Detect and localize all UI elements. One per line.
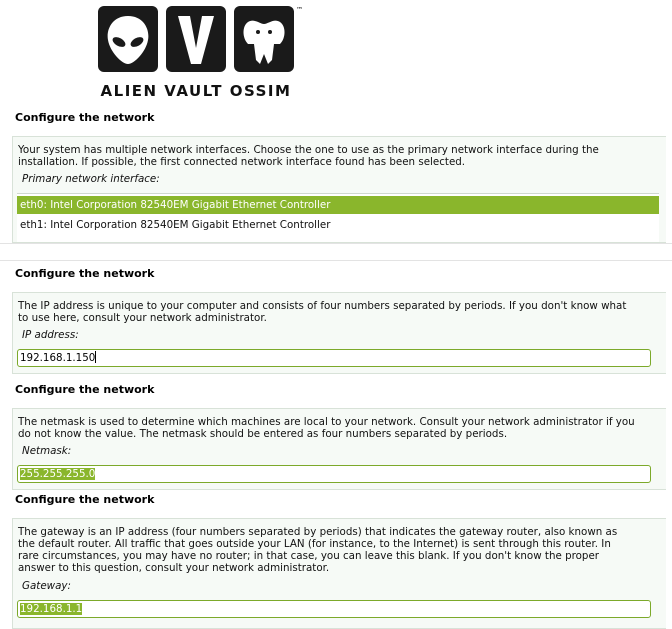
screen3-description-line: The netmask is used to determine which m… (18, 416, 635, 428)
gateway-value: 192.168.1.1 (20, 603, 83, 615)
screen1-title: Configure the network (15, 111, 155, 124)
alienvault-logo: ™ ALIEN VAULT OSSIM (96, 4, 312, 102)
ip-address-label: IP address: (22, 329, 79, 341)
screen2-description-line: to use here, consult your network admini… (18, 312, 267, 324)
screen4-description-line: rare circumstances, you may have no rout… (18, 550, 600, 562)
gateway-input[interactable]: 192.168.1.1 (17, 600, 651, 618)
interface-option-eth0[interactable]: eth0: Intel Corporation 82540EM Gigabit … (17, 196, 659, 214)
netmask-value: 255.255.255.0 (20, 468, 96, 480)
screen4-description: The gateway is an IP address (four numbe… (18, 526, 617, 574)
netmask-label: Netmask: (22, 445, 72, 457)
screen-divider (0, 243, 672, 261)
screen2-title: Configure the network (15, 267, 155, 280)
logo-emblem (98, 6, 294, 72)
trademark-symbol: ™ (296, 6, 303, 14)
interface-option-eth1[interactable]: eth1: Intel Corporation 82540EM Gigabit … (17, 216, 659, 234)
screen4-title: Configure the network (15, 493, 155, 506)
screen4-description-line: The gateway is an IP address (four numbe… (18, 526, 618, 538)
gateway-label: Gateway: (22, 580, 71, 592)
screen1-description-line: installation. If possible, the first con… (18, 156, 466, 168)
text-cursor (95, 351, 97, 363)
screen4-description-line: answer to this question, consult your ne… (18, 562, 330, 574)
screen3-title: Configure the network (15, 383, 155, 396)
screen3-description-line: do not know the value. The netmask shoul… (18, 428, 508, 440)
screen1-description: Your system has multiple network interfa… (18, 144, 599, 168)
primary-interface-label: Primary network interface: (22, 173, 160, 185)
screen4-description-line: the default router. All traffic that goe… (18, 538, 611, 550)
screen2-description-line: The IP address is unique to your compute… (18, 300, 627, 312)
ip-address-input[interactable]: 192.168.1.150 (17, 349, 651, 367)
screen1-description-line: Your system has multiple network interfa… (18, 144, 599, 156)
netmask-input[interactable]: 255.255.255.0 (17, 465, 651, 483)
screen3-description: The netmask is used to determine which m… (18, 416, 635, 440)
interface-list[interactable]: eth0: Intel Corporation 82540EM Gigabit … (17, 193, 659, 242)
logo-wordmark: ALIEN VAULT OSSIM (100, 82, 292, 100)
screen2-description: The IP address is unique to your compute… (18, 300, 626, 324)
ip-address-value: 192.168.1.150 (20, 352, 96, 364)
